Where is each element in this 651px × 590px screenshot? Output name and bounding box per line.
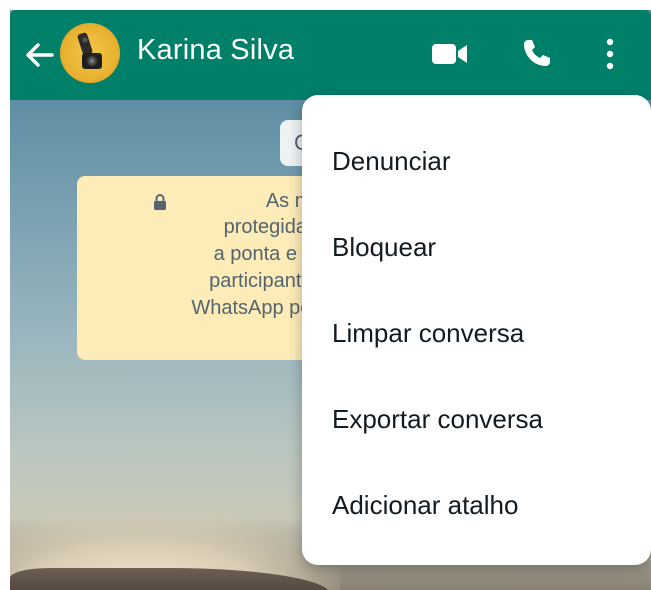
menu-item-block[interactable]: Bloquear	[302, 207, 651, 287]
back-button[interactable]	[20, 35, 60, 75]
lock-icon	[154, 194, 166, 210]
chat-header: Karina Silva	[10, 10, 651, 100]
overflow-menu: Denunciar Bloquear Limpar conversa Expor…	[302, 95, 651, 565]
camera-icon	[77, 32, 102, 69]
video-call-button[interactable]	[430, 36, 470, 72]
menu-item-clear-chat[interactable]: Limpar conversa	[302, 293, 651, 373]
more-options-button[interactable]	[595, 36, 625, 72]
avatar[interactable]	[60, 23, 120, 83]
arrow-left-icon	[26, 43, 54, 67]
more-vertical-icon	[606, 38, 614, 70]
video-camera-icon	[432, 44, 467, 64]
menu-item-export-chat[interactable]: Exportar conversa	[302, 379, 651, 459]
menu-item-add-shortcut[interactable]: Adicionar atalho	[302, 465, 651, 545]
voice-call-button[interactable]	[518, 36, 558, 72]
menu-item-report[interactable]: Denunciar	[302, 121, 651, 201]
phone-icon	[524, 40, 550, 66]
chat-screen: Karina Silva C A	[10, 10, 651, 590]
contact-name[interactable]: Karina Silva	[137, 34, 294, 67]
